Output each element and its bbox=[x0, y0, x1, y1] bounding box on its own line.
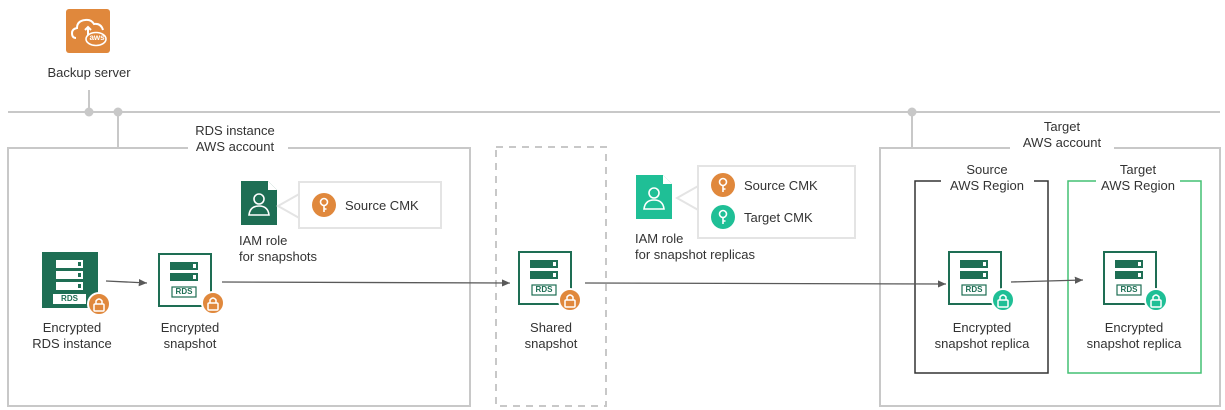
shared-snapshot-line2: snapshot bbox=[524, 336, 578, 351]
backup-server-icon: aws bbox=[65, 8, 111, 54]
key-label: Target CMK bbox=[744, 209, 813, 225]
replica-target-line2: snapshot replica bbox=[1086, 336, 1182, 351]
rds-tag: RDS bbox=[175, 287, 193, 296]
rds-account-title: RDS instance AWS account bbox=[180, 123, 290, 155]
rds-tag: RDS bbox=[61, 294, 78, 303]
replica-source-node: RDS bbox=[948, 251, 1016, 315]
source-key-icon bbox=[312, 193, 336, 217]
target-region-title: Target AWS Region bbox=[1088, 162, 1188, 194]
arrow-replica-to-target bbox=[1010, 276, 1084, 284]
key-row-source-cmk: Source CMK bbox=[711, 173, 818, 197]
keys-panel-snapshots: Source CMK bbox=[298, 181, 442, 229]
shared-snapshot-line1: Shared bbox=[530, 320, 572, 335]
target-account-title-line1: Target bbox=[1043, 119, 1081, 134]
shared-snapshot-label: Shared snapshot bbox=[501, 320, 601, 352]
snapshot-node: RDS bbox=[158, 253, 226, 317]
arrow-snapshot-to-shared bbox=[221, 279, 511, 287]
key-label: Source CMK bbox=[744, 177, 818, 193]
arrow-rds-to-snapshot bbox=[105, 278, 148, 287]
rds-instance-line2: RDS instance bbox=[32, 336, 112, 351]
iam-role-snapshots-icon bbox=[240, 180, 278, 226]
key-label: Source CMK bbox=[345, 197, 419, 213]
backup-server-label: Backup server bbox=[47, 65, 131, 80]
rds-tag: RDS bbox=[535, 285, 553, 294]
replica-target-line1: Encrypted bbox=[1104, 320, 1164, 335]
keys-panel-replicas: Source CMK Target CMK bbox=[697, 165, 856, 239]
source-region-title: Source AWS Region bbox=[936, 162, 1038, 194]
iam-role-replicas-icon bbox=[635, 174, 673, 220]
replica-target-icon bbox=[1103, 251, 1168, 312]
aws-badge-text: aws bbox=[89, 33, 105, 42]
target-account-title-line2: AWS account bbox=[1022, 135, 1102, 150]
snapshot-line1: Encrypted bbox=[160, 320, 220, 335]
iam-role-snapshots-line2: for snapshots bbox=[239, 249, 318, 264]
junction-dot bbox=[907, 107, 917, 117]
replica-source-line2: snapshot replica bbox=[934, 336, 1030, 351]
rds-instance-label: Encrypted RDS instance bbox=[20, 320, 124, 352]
iam-role-replicas-line2: for snapshot replicas bbox=[635, 247, 755, 262]
rds-instance-line1: Encrypted bbox=[42, 320, 102, 335]
snapshot-line2: snapshot bbox=[163, 336, 217, 351]
snapshot-icon bbox=[158, 253, 225, 315]
rds-instance-icon bbox=[42, 252, 111, 316]
rds-tag: RDS bbox=[1120, 285, 1138, 294]
rds-instance-node: RDS bbox=[42, 252, 111, 316]
source-region-title-line1: Source bbox=[966, 162, 1008, 177]
replica-target-node: RDS bbox=[1103, 251, 1171, 315]
key-row-target-cmk: Target CMK bbox=[711, 205, 813, 229]
target-key-icon bbox=[711, 205, 735, 229]
source-key-icon bbox=[711, 173, 735, 197]
source-region-title-line2: AWS Region bbox=[950, 178, 1024, 193]
iam-role-snapshots-label: IAM role for snapshots bbox=[239, 233, 359, 265]
target-account-title: Target AWS account bbox=[1006, 119, 1118, 151]
junction-dot bbox=[113, 107, 123, 117]
junction-dot bbox=[84, 107, 94, 117]
target-region-title-line1: Target bbox=[1119, 162, 1157, 177]
arrow-shared-to-replica bbox=[584, 280, 947, 288]
replica-source-line1: Encrypted bbox=[952, 320, 1012, 335]
rds-account-title-line2: AWS account bbox=[195, 139, 275, 154]
snapshot-label: Encrypted snapshot bbox=[140, 320, 240, 352]
rds-tag: RDS bbox=[965, 285, 983, 294]
key-row-source-cmk: Source CMK bbox=[312, 193, 419, 217]
replica-target-label: Encrypted snapshot replica bbox=[1072, 320, 1196, 352]
shared-snapshot-node: RDS bbox=[518, 251, 586, 315]
replica-source-icon bbox=[948, 251, 1015, 312]
iam-role-snapshots-line1: IAM role bbox=[239, 233, 288, 248]
rds-account-title-line1: RDS instance bbox=[195, 123, 275, 138]
replica-source-label: Encrypted snapshot replica bbox=[920, 320, 1044, 352]
shared-snapshot-icon bbox=[518, 251, 582, 312]
target-region-title-line2: AWS Region bbox=[1101, 178, 1175, 193]
